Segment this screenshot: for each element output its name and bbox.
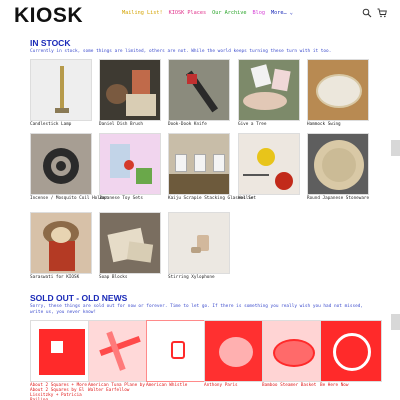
product-label[interactable]: Hollie [238,196,300,201]
product-card[interactable]: Hollie [238,133,300,201]
in-stock-intro: Currently in stock, some things are limi… [30,49,332,54]
product-image[interactable] [88,320,150,382]
product-label[interactable]: Soap Blocks [99,275,161,280]
product-card[interactable]: Incense / Mosquito Coil Holder [30,133,108,201]
product-card[interactable]: Kaiju Scrapie Stacking Glasses Set [168,133,256,201]
product-card[interactable]: Hammock Swing [307,59,369,127]
product-image[interactable] [238,59,300,121]
nav-our-archive[interactable]: Our Archive [212,10,246,16]
site-header: KIOSK Mailing List! KIOSK Places Our Arc… [0,0,400,30]
product-card[interactable]: Give a Tree [238,59,300,127]
product-label[interactable]: Stirring Xylophone [168,275,230,280]
product-image[interactable] [99,212,161,274]
product-image[interactable] [30,320,92,382]
scroll-tab[interactable] [391,140,400,156]
product-label[interactable]: Japanese Toy Sets [99,196,161,201]
product-card[interactable]: Round Japanese Stoneware [307,133,369,201]
product-image[interactable] [168,59,230,121]
product-card[interactable]: Dook-Dook Knife [168,59,230,127]
sold-out-card[interactable]: Anthony Paris [204,320,266,388]
product-label[interactable]: Daniel Dish Brush [99,122,161,127]
sold-out-card[interactable]: American Tuna Plane by Walter Earfellow [88,320,150,393]
product-card[interactable]: Soap Blocks [99,212,161,280]
product-card[interactable]: Stirring Xylophone [168,212,230,280]
product-label[interactable]: Be Here Now [320,383,382,388]
product-card[interactable]: Candlestick Lamp [30,59,92,127]
product-label[interactable]: Give a Tree [238,122,300,127]
product-label[interactable]: Incense / Mosquito Coil Holder [30,196,108,201]
product-image[interactable] [30,133,92,195]
product-image[interactable] [307,59,369,121]
product-label[interactable]: American Whistle [146,383,208,388]
product-image[interactable] [262,320,324,382]
product-image[interactable] [168,212,230,274]
search-icon[interactable] [362,8,372,18]
product-image[interactable] [99,59,161,121]
product-image[interactable] [30,212,92,274]
product-label[interactable]: Hammock Swing [307,122,369,127]
product-card[interactable]: Daniel Dish Brush [99,59,161,127]
sold-out-card[interactable]: Bamboo Steamer Basket [262,320,324,388]
nav-more-dropdown[interactable]: More… ⌄ [271,10,293,16]
product-image[interactable] [320,320,382,382]
site-logo[interactable]: KIOSK [14,4,83,28]
product-label[interactable]: Dook-Dook Knife [168,122,230,127]
product-card[interactable]: Japanese Toy Sets [99,133,161,201]
product-image[interactable] [99,133,161,195]
cart-icon[interactable] [377,8,387,18]
product-label[interactable]: Candlestick Lamp [30,122,92,127]
main-nav: Mailing List! KIOSK Places Our Archive B… [122,10,293,16]
sold-out-intro: Sorry, these things are sold out for now… [30,304,364,315]
product-label[interactable]: Round Japanese Stoneware [307,196,369,201]
nav-kiosk-places[interactable]: KIOSK Places [169,10,206,16]
product-label[interactable]: American Tuna Plane by Walter Earfellow [88,383,150,393]
sold-out-heading: SOLD OUT - OLD NEWS [30,293,128,303]
in-stock-heading: IN STOCK [30,38,71,48]
product-label[interactable]: Bamboo Steamer Basket [262,383,324,388]
nav-blog[interactable]: Blog [252,10,265,16]
product-label[interactable]: Anthony Paris [204,383,266,388]
product-label[interactable]: About 2 Squares + More About 2 Squares b… [30,383,92,400]
product-label[interactable]: Kaiju Scrapie Stacking Glasses Set [168,196,256,201]
sold-out-card[interactable]: Be Here Now [320,320,382,388]
product-label[interactable]: Saraswati for KIOSK [30,275,92,280]
product-image[interactable] [168,133,230,195]
product-card[interactable]: Saraswati for KIOSK [30,212,92,280]
product-image[interactable] [238,133,300,195]
sold-out-card[interactable]: About 2 Squares + More About 2 Squares b… [30,320,92,400]
nav-mailing-list[interactable]: Mailing List! [122,10,163,16]
product-image[interactable] [307,133,369,195]
product-image[interactable] [30,59,92,121]
product-image[interactable] [146,320,208,382]
scroll-tab[interactable] [391,314,400,330]
product-image[interactable] [204,320,266,382]
sold-out-card[interactable]: American Whistle [146,320,208,388]
